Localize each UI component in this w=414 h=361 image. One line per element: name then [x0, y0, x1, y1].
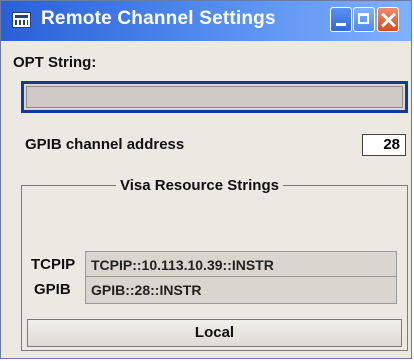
gpib-label: GPIB — [34, 281, 71, 298]
tcpip-resource-field[interactable]: TCPIP::10.113.10.39::INSTR — [85, 251, 397, 279]
gpib-channel-address-label: GPIB channel address — [25, 136, 185, 153]
opt-string-label: OPT String: — [13, 54, 97, 71]
opt-string-value — [26, 86, 403, 108]
app-icon — [12, 12, 31, 28]
minimize-button[interactable] — [330, 7, 352, 32]
window-title: Remote Channel Settings — [41, 8, 276, 29]
maximize-button[interactable] — [353, 7, 375, 32]
opt-string-field[interactable] — [21, 81, 408, 113]
close-button[interactable] — [377, 7, 399, 32]
gpib-resource-field[interactable]: GPIB::28::INSTR — [85, 276, 397, 304]
gpib-channel-address-input[interactable]: 28 — [362, 134, 406, 156]
remote-channel-settings-window: Remote Channel Settings OPT String: GPIB… — [0, 0, 412, 359]
tcpip-label: TCPIP — [31, 256, 76, 273]
visa-resource-strings-title: Visa Resource Strings — [120, 177, 279, 194]
title-bar[interactable]: Remote Channel Settings — [1, 1, 411, 41]
local-button[interactable]: Local — [27, 319, 402, 347]
